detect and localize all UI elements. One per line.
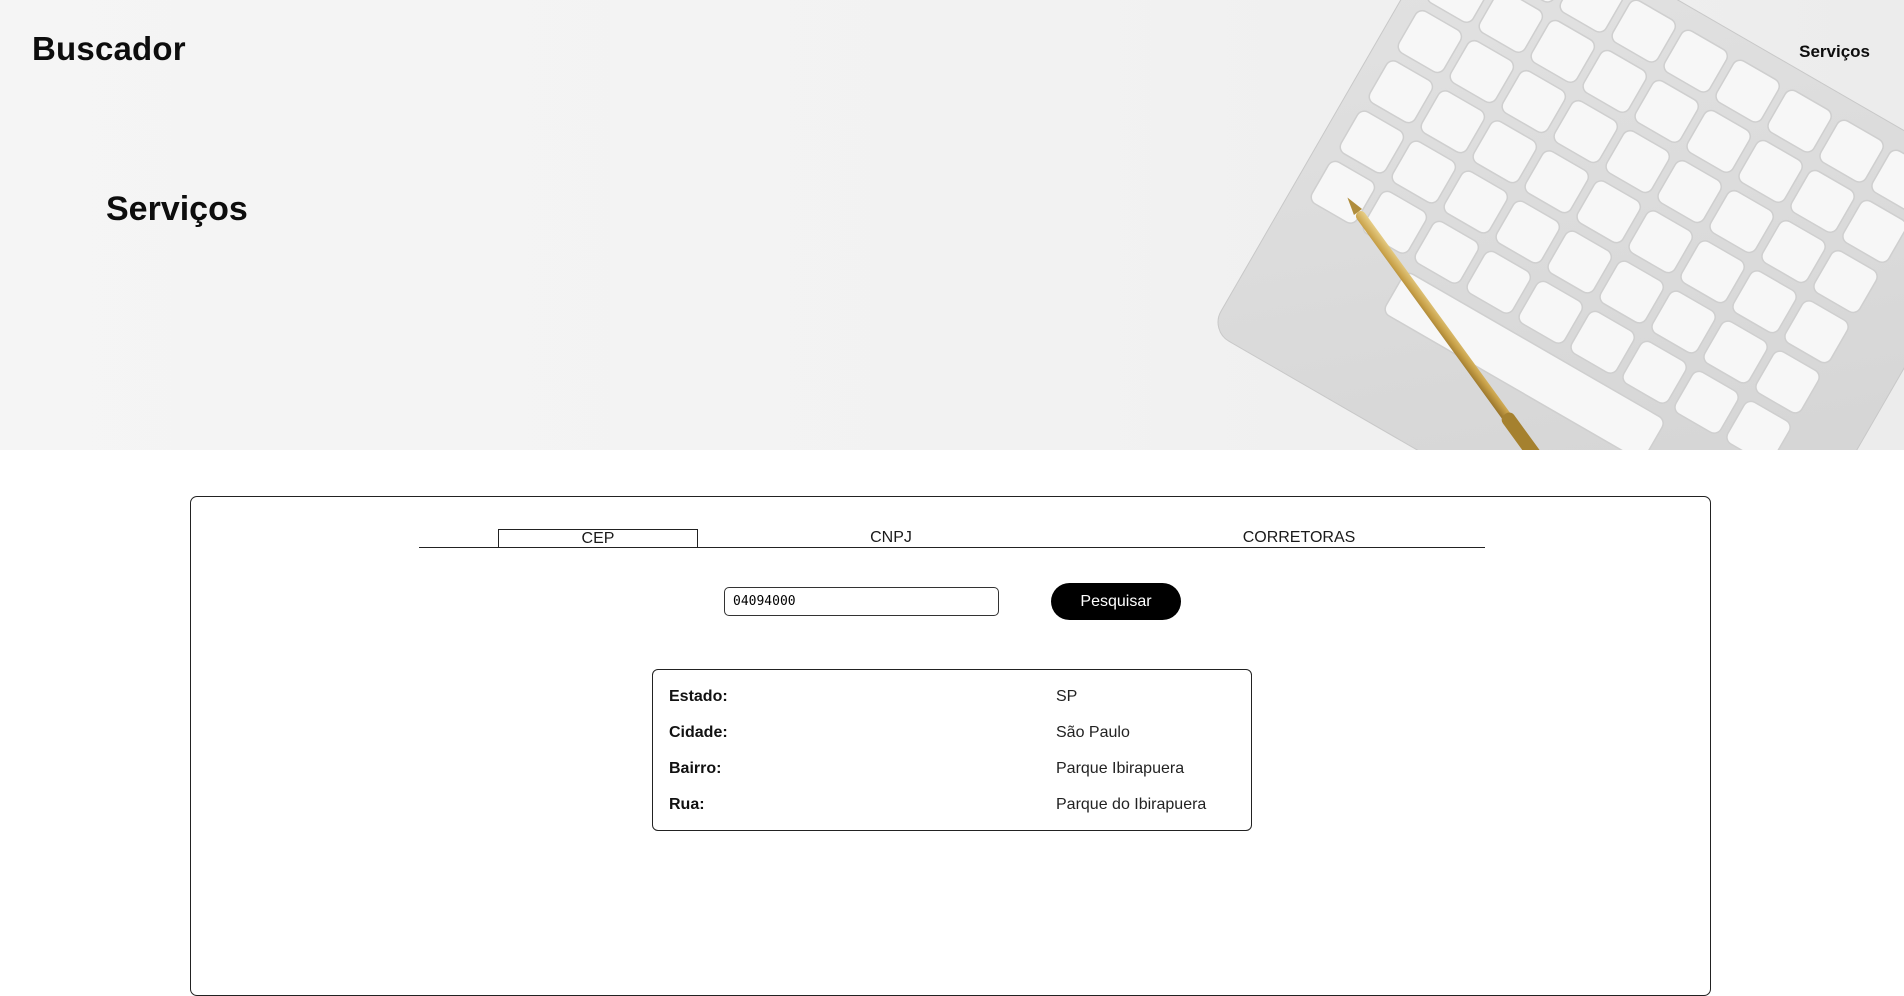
result-label: Rua: xyxy=(669,796,705,813)
result-row-bairro: Bairro: Parque Ibirapuera xyxy=(669,758,1235,780)
tab-bar: CEP CNPJ CORRETORAS xyxy=(419,529,1485,548)
tab-cep[interactable]: CEP xyxy=(498,529,698,547)
page-title: Serviços xyxy=(106,190,248,228)
search-button[interactable]: Pesquisar xyxy=(1051,583,1181,620)
result-row-rua: Rua: Parque do Ibirapuera xyxy=(669,794,1235,816)
result-label: Cidade: xyxy=(669,724,728,741)
hero-banner: Buscador Serviços Serviços xyxy=(0,0,1904,450)
tab-corretoras[interactable]: CORRETORAS xyxy=(1229,529,1369,547)
nav-link-servicos[interactable]: Serviços xyxy=(1799,42,1870,62)
brand-logo[interactable]: Buscador xyxy=(32,30,186,68)
result-value: Parque do Ibirapuera xyxy=(1056,796,1207,813)
tab-cnpj[interactable]: CNPJ xyxy=(841,529,941,547)
cep-search-input[interactable] xyxy=(724,587,999,616)
result-label: Estado: xyxy=(669,688,728,705)
result-value: Parque Ibirapuera xyxy=(1056,760,1185,777)
search-card: CEP CNPJ CORRETORAS Pesquisar Estado: SP… xyxy=(190,496,1711,996)
keyboard-and-pen-image xyxy=(1217,0,1904,450)
result-box: Estado: SP Cidade: São Paulo Bairro: Par… xyxy=(652,669,1252,831)
result-value: SP xyxy=(1056,688,1078,705)
result-row-estado: Estado: SP xyxy=(669,686,1235,708)
result-label: Bairro: xyxy=(669,760,722,777)
result-row-cidade: Cidade: São Paulo xyxy=(669,722,1235,744)
result-value: São Paulo xyxy=(1056,724,1130,741)
